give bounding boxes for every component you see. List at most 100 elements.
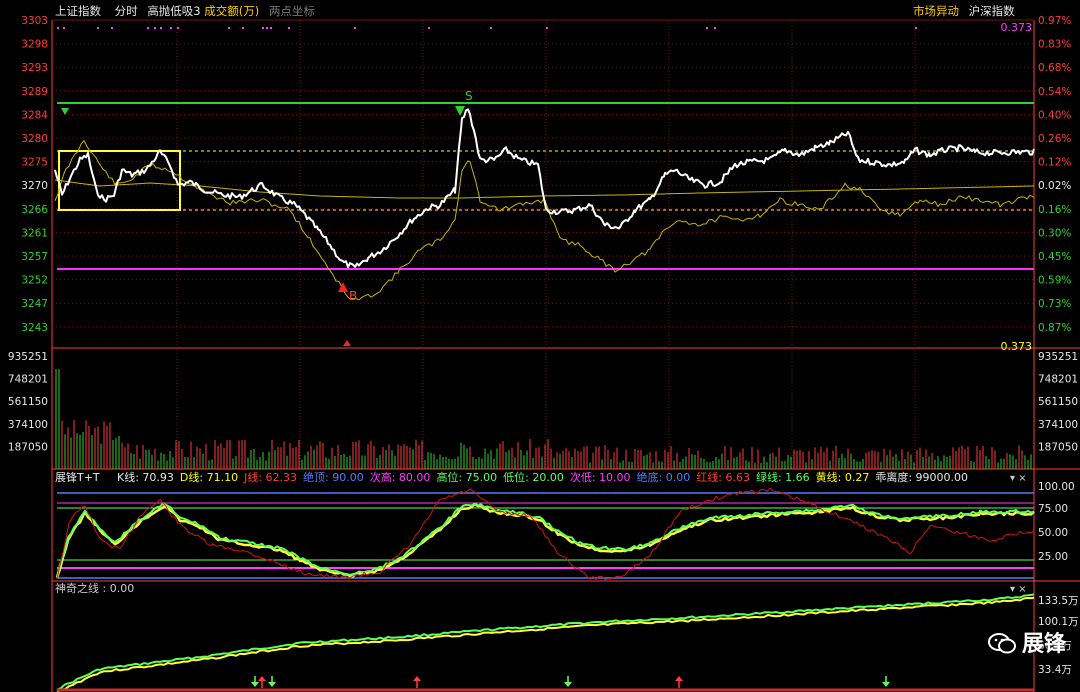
- panel-controls: ▾ ×: [1010, 473, 1027, 484]
- arrow-down-icon: [268, 682, 276, 687]
- signal-dot: [242, 27, 244, 29]
- volume-tick-right: 374100: [1038, 419, 1078, 431]
- view-mode-tab[interactable]: 分时: [115, 4, 138, 18]
- price-tick-left: 3270: [21, 180, 48, 192]
- signal-dot: [546, 27, 548, 29]
- price-tick-right: 0.26%: [1038, 133, 1071, 145]
- buy-signal-label: B: [349, 289, 357, 303]
- price-tick-right: 0.40%: [1038, 109, 1071, 121]
- volume-tick-left: 748201: [8, 374, 48, 386]
- indicator-name[interactable]: 高抛低吸3: [147, 4, 200, 18]
- signal-dot: [170, 27, 172, 29]
- signal-dot: [288, 27, 290, 29]
- price-tick-right: 0.97%: [1038, 15, 1071, 27]
- price-tick-right: 0.68%: [1038, 62, 1071, 74]
- price-tick-left: 3280: [21, 133, 48, 145]
- price-tick-left: 3275: [21, 157, 48, 169]
- kdj-param: 绝底: 0.00: [637, 470, 691, 484]
- signal-dot: [160, 27, 162, 29]
- signal-dot: [354, 27, 356, 29]
- price-tick-left: 3293: [21, 62, 48, 74]
- arrow-down-icon: [882, 682, 890, 687]
- arrow-down-icon: [564, 682, 572, 687]
- price-tick-right: 0.12%: [1038, 157, 1071, 169]
- kdj-title: 展锋T+T: [55, 471, 100, 484]
- price-tick-left: 3247: [21, 298, 48, 310]
- signal-dot: [915, 27, 917, 29]
- signal-dot: [714, 27, 716, 29]
- signal-dot: [490, 27, 492, 29]
- price-tick-left: 3243: [21, 322, 48, 334]
- volume-tick-left: 374100: [8, 419, 48, 431]
- volume-tick-right: 187050: [1038, 441, 1078, 453]
- signal-dot: [111, 27, 113, 29]
- kdj-tick: 50.00: [1038, 527, 1068, 539]
- signal-dot: [97, 27, 99, 29]
- arrow-up-icon: [258, 676, 266, 681]
- volume-tick-right: 935251: [1038, 351, 1078, 363]
- price-tick-right: 0.02%: [1038, 180, 1071, 192]
- signal-dot: [63, 27, 65, 29]
- volume-unit-label[interactable]: 成交额(万): [204, 4, 259, 18]
- signal-dot: [57, 27, 59, 29]
- sell-signal-label: S: [465, 89, 473, 103]
- magic-title: 神奇之线 : 0.00: [55, 581, 134, 595]
- kdj-param: 黄线: 0.27: [816, 470, 870, 484]
- signal-dot: [706, 27, 708, 29]
- watermark-text: 展锋: [1021, 632, 1066, 657]
- price-tick-right: 0.16%: [1038, 204, 1071, 216]
- kdj-param: K线: 70.93: [117, 470, 174, 484]
- signal-dot: [154, 27, 156, 29]
- kdj-k-line: [56, 502, 1035, 577]
- market-alert-button[interactable]: 市场异动: [913, 4, 959, 18]
- kdj-param: 低位: 20.00: [503, 470, 564, 484]
- price-tick-right: 0.54%: [1038, 86, 1071, 98]
- signal-dot: [228, 27, 230, 29]
- price-tick-right: 0.30%: [1038, 227, 1071, 239]
- kdj-param: 绝顶: 90.00: [303, 470, 364, 484]
- price-tick-left: 3284: [21, 109, 48, 121]
- kdj-param: 次高: 80.00: [370, 470, 431, 484]
- index-name[interactable]: 上证指数: [55, 4, 101, 18]
- volume-tick-left: 935251: [8, 351, 48, 363]
- signal-dot: [177, 27, 179, 29]
- price-tick-left: 3266: [21, 204, 48, 216]
- signal-dot: [270, 27, 272, 29]
- arrow-up-icon: [413, 676, 421, 681]
- value-top: 0.373: [1001, 21, 1033, 34]
- header-right: 市场异动 沪深指数: [913, 3, 1015, 19]
- wechat-icon: [987, 632, 1016, 654]
- kdj-param: 绿线: 1.66: [756, 470, 810, 484]
- magic-tick: 133.5万: [1038, 595, 1079, 607]
- up-arrow-icon: [343, 340, 351, 346]
- signal-dot: [428, 27, 430, 29]
- price-tick-left: 3252: [21, 275, 48, 287]
- signal-dot: [262, 27, 264, 29]
- price-tick-left: 3289: [21, 86, 48, 98]
- value-bottom: 0.373: [1001, 340, 1033, 353]
- market-scope-button[interactable]: 沪深指数: [969, 4, 1015, 18]
- two-point-coords-button[interactable]: 两点坐标: [269, 4, 315, 18]
- kdj-j-line: [56, 487, 1035, 581]
- price-tick-right: 0.83%: [1038, 39, 1071, 51]
- kdj-param: D线: 71.10: [180, 470, 238, 484]
- price-tick-right: 0.59%: [1038, 275, 1071, 287]
- panel-controls: ▾ ×: [1010, 584, 1027, 595]
- magic-tick: 33.4万: [1038, 664, 1072, 676]
- price-tick-right: 0.45%: [1038, 251, 1071, 263]
- kdj-param: 红线: 6.63: [696, 470, 750, 484]
- kdj-param: 次低: 10.00: [570, 470, 631, 484]
- watermark: 展锋: [987, 626, 1066, 658]
- kdj-param: 高位: 75.00: [436, 470, 497, 484]
- chart-canvas[interactable]: 3303 0.97% 3298 0.83% 3293 0.68% 3289 0.54% 3284…: [0, 0, 1080, 692]
- arrow-down-icon: [251, 682, 259, 687]
- arrow-up-icon: [675, 676, 683, 681]
- price-tick-left: 3298: [21, 39, 48, 51]
- signal-dot: [266, 27, 268, 29]
- kdj-tick: 100.00: [1038, 481, 1075, 493]
- price-tick-left: 3261: [21, 227, 48, 239]
- signal-dot: [147, 27, 149, 29]
- kdj-param: 乖离度: 99000.00: [875, 470, 968, 484]
- kdj-tick: 25.00: [1038, 551, 1068, 563]
- header-bar: 上证指数 分时 高抛低吸3 成交额(万) 两点坐标: [55, 3, 315, 19]
